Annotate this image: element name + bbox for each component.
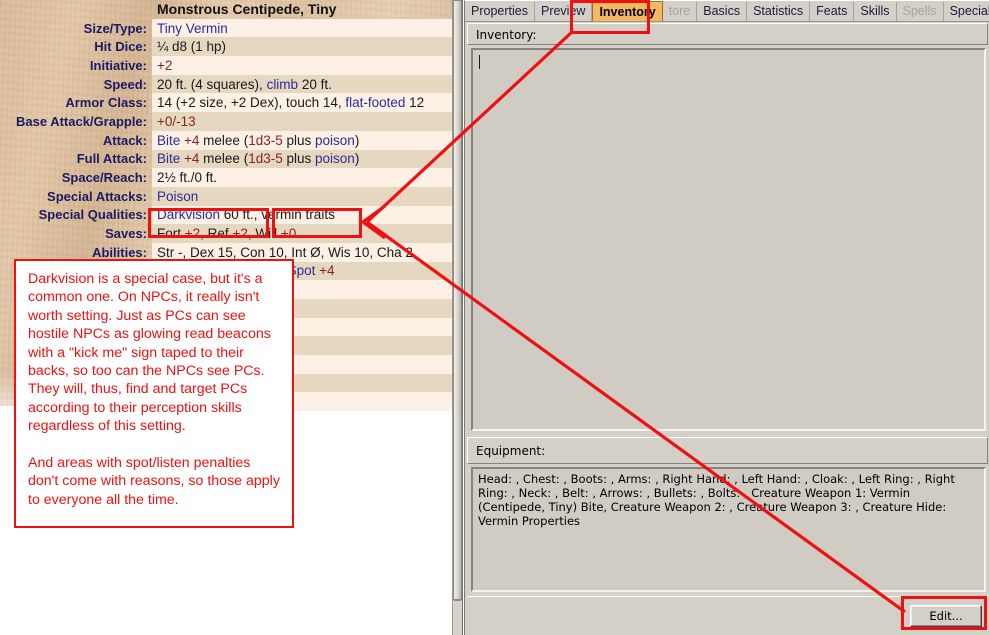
row-value-attack: Bite +4 melee (1d3-5 plus poison)	[152, 130, 452, 150]
annotation-note-text: Darkvision is a special case, but it's a…	[28, 271, 280, 508]
inventory-caption-bar: Inventory:	[467, 23, 988, 45]
statblock-row-full-attack: Full Attack: Bite +4 melee (1d3-5 plus p…	[0, 149, 452, 169]
text-caret	[479, 55, 480, 69]
row-value-special-attacks: Poison	[152, 186, 452, 206]
row-value-armor-class: 14 (+2 size, +2 Dex), touch 14, flat-foo…	[152, 93, 452, 113]
tab-strip: Properties Preview Inventory tore Basics…	[465, 1, 989, 22]
annotation-note-box: Darkvision is a special case, but it's a…	[14, 259, 294, 528]
scrollbar-tick	[454, 600, 461, 601]
statblock-row-size-type: Size/Type: Tiny Vermin	[0, 18, 452, 38]
statblock-row-hit-dice: Hit Dice: ¼ d8 (1 hp)	[0, 37, 452, 57]
statblock-row-special-attacks: Special Attacks: Poison	[0, 186, 452, 206]
equipment-text: Head: , Chest: , Boots: , Arms: , Right …	[478, 472, 955, 528]
statblock-row-attack: Attack: Bite +4 melee (1d3-5 plus poison…	[0, 130, 452, 150]
vermin-traits-highlight-box	[272, 208, 362, 238]
creature-name: Monstrous Centipede, Tiny	[157, 1, 337, 18]
inventory-tab-highlight-box	[570, 0, 650, 34]
row-value-hit-dice: ¼ d8 (1 hp)	[152, 37, 452, 57]
statblock-vertical-scrollbar[interactable]	[452, 0, 463, 635]
row-label-size-type: Size/Type:	[83, 20, 147, 36]
statblock-row-initiative: Initiative: +2	[0, 56, 452, 75]
statblock-row-speed: Speed: 20 ft. (4 squares), climb 20 ft.	[0, 74, 452, 94]
tab-basics[interactable]: Basics	[697, 2, 748, 21]
statblock-title-row: Monstrous Centipede, Tiny	[0, 0, 452, 19]
edit-button-highlight-box	[901, 596, 987, 630]
tab-store: tore	[662, 2, 698, 21]
row-label-special-attacks: Special Attacks:	[47, 188, 147, 204]
tab-properties[interactable]: Properties	[465, 2, 535, 21]
equipment-caption-bar: Equipment:	[467, 437, 988, 464]
row-label-space-reach: Space/Reach:	[61, 170, 147, 186]
row-label-full-attack: Full Attack:	[76, 151, 147, 167]
row-label-special-qualities: Special Qualities:	[38, 207, 147, 223]
scrollbar-thumb[interactable]	[453, 0, 462, 600]
row-label-attack: Attack:	[102, 132, 147, 148]
statblock-row-space-reach: Space/Reach: 2½ ft./0 ft.	[0, 168, 452, 187]
row-value-full-attack: Bite +4 melee (1d3-5 plus poison)	[152, 149, 452, 169]
tab-feats[interactable]: Feats	[810, 2, 855, 21]
equipment-textbox[interactable]: Head: , Chest: , Boots: , Arms: , Right …	[471, 467, 986, 592]
row-label-hit-dice: Hit Dice:	[94, 39, 147, 55]
statblock-row-armor-class: Armor Class: 14 (+2 size, +2 Dex), touch…	[0, 93, 452, 113]
inventory-label: Inventory:	[476, 28, 537, 42]
row-value-size-type: Tiny Vermin	[152, 18, 452, 38]
row-value-initiative: +2	[152, 56, 452, 75]
row-value-base-attack-grapple: +0/-13	[152, 112, 452, 131]
darkvision-highlight-box	[148, 208, 269, 238]
statblock-row-base-attack-grapple: Base Attack/Grapple: +0/-13	[0, 112, 452, 131]
row-value-speed: 20 ft. (4 squares), climb 20 ft.	[152, 74, 452, 94]
screenshot-root: Monstrous Centipede, Tiny Size/Type: Tin…	[0, 0, 989, 635]
row-label-initiative: Initiative:	[89, 57, 147, 73]
tab-special-abilities[interactable]: Special Abili	[943, 2, 989, 21]
row-value-space-reach: 2½ ft./0 ft.	[152, 168, 452, 187]
creature-properties-dialog: Properties Preview Inventory tore Basics…	[464, 0, 989, 635]
equipment-label: Equipment:	[476, 444, 546, 458]
tab-statistics[interactable]: Statistics	[747, 2, 811, 21]
row-label-armor-class: Armor Class:	[65, 95, 147, 111]
statblock-title-spacer	[0, 0, 152, 19]
row-label-base-attack-grapple: Base Attack/Grapple:	[15, 113, 147, 129]
row-label-saves: Saves:	[105, 226, 147, 242]
tab-spells: Spells	[896, 2, 944, 21]
inventory-listbox[interactable]	[471, 48, 986, 431]
tab-skills[interactable]: Skills	[854, 2, 897, 21]
row-label-speed: Speed:	[103, 76, 147, 92]
